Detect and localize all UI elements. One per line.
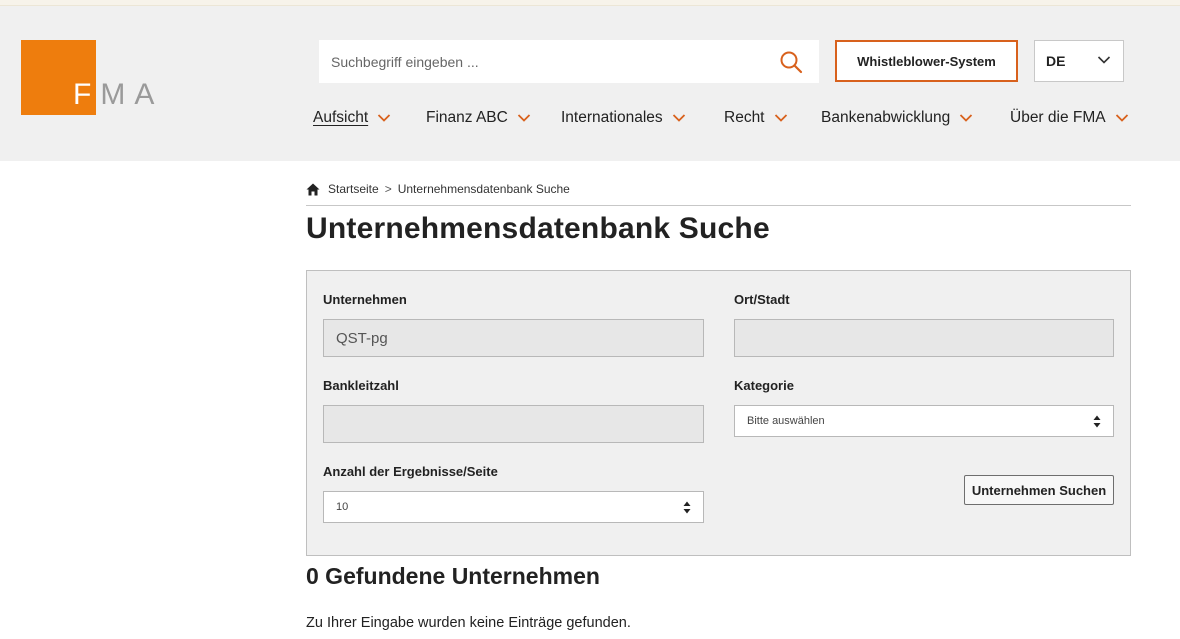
search-companies-button[interactable]: Unternehmen Suchen: [964, 475, 1114, 505]
breadcrumb-home-link[interactable]: Startseite: [328, 182, 379, 196]
category-select[interactable]: Bitte auswählen: [734, 405, 1114, 437]
breadcrumb: Startseite > Unternehmensdatenbank Suche: [306, 181, 570, 197]
results-per-page-select[interactable]: 10: [323, 491, 704, 523]
select-arrows-icon: [1093, 415, 1101, 428]
nav-item-label: Internationales: [561, 109, 663, 126]
results-per-page-label: Anzahl der Ergebnisse/Seite: [323, 464, 498, 479]
company-search-form: Unternehmen Ort/Stadt Bankleitzahl Kateg…: [306, 270, 1131, 556]
fma-logo[interactable]: FMA: [21, 40, 161, 118]
nav-item-aufsicht[interactable]: Aufsicht: [313, 107, 391, 129]
chevron-down-icon: [1097, 56, 1111, 64]
category-label: Kategorie: [734, 378, 794, 393]
city-input[interactable]: [734, 319, 1114, 357]
chevron-down-icon: [517, 114, 530, 122]
chevron-down-icon: [378, 114, 391, 122]
divider: [306, 205, 1131, 206]
nav-item-label: Recht: [724, 109, 765, 126]
nav-item-internationales[interactable]: Internationales: [561, 107, 686, 129]
nav-item-label: Finanz ABC: [426, 109, 508, 126]
whistleblower-button[interactable]: Whistleblower-System: [835, 40, 1018, 82]
search-input[interactable]: [319, 40, 774, 83]
chevron-down-icon: [672, 114, 685, 122]
results-per-page-value: 10: [336, 501, 349, 513]
language-value: DE: [1046, 53, 1066, 69]
search-icon[interactable]: [779, 50, 803, 74]
nav-item-label: Bankenabwicklung: [821, 109, 951, 126]
breadcrumb-current: Unternehmensdatenbank Suche: [397, 182, 570, 196]
select-arrows-icon: [683, 501, 691, 514]
chevron-down-icon: [774, 114, 787, 122]
site-search: [319, 40, 819, 83]
chevron-down-icon: [960, 114, 973, 122]
results-message: Zu Ihrer Eingabe wurden keine Einträge g…: [306, 615, 631, 631]
logo-wordmark: FMA: [73, 78, 164, 111]
page-title: Unternehmensdatenbank Suche: [306, 212, 770, 245]
nav-item-label: Über die FMA: [1010, 109, 1106, 126]
nav-item-ueber-die-fma[interactable]: Über die FMA: [1010, 107, 1129, 129]
chevron-down-icon: [1115, 114, 1128, 122]
home-icon[interactable]: [306, 183, 320, 196]
site-header: FMA Whistleblower-System DE Aufsicht Fin…: [0, 6, 1180, 161]
category-select-value: Bitte auswählen: [747, 415, 825, 427]
nav-item-bankenabwicklung[interactable]: Bankenabwicklung: [821, 107, 973, 129]
company-label: Unternehmen: [323, 292, 407, 307]
nav-item-recht[interactable]: Recht: [724, 107, 788, 129]
language-select[interactable]: DE: [1034, 40, 1124, 82]
nav-item-finanz-abc[interactable]: Finanz ABC: [426, 107, 531, 129]
breadcrumb-separator: >: [384, 182, 392, 196]
nav-item-label: Aufsicht: [313, 109, 369, 126]
bank-code-input[interactable]: [323, 405, 704, 443]
city-label: Ort/Stadt: [734, 292, 790, 307]
company-input[interactable]: [323, 319, 704, 357]
results-heading: 0 Gefundene Unternehmen: [306, 563, 600, 589]
bank-code-label: Bankleitzahl: [323, 378, 399, 393]
